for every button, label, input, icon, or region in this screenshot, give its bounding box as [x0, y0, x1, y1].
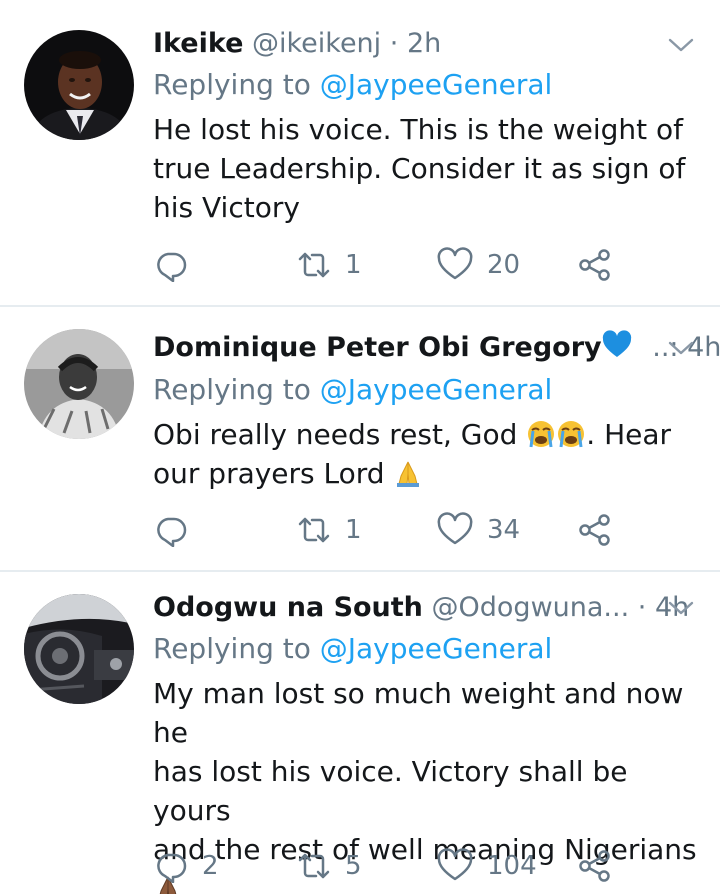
reply-count: 2 — [202, 851, 219, 881]
avatar[interactable] — [24, 30, 134, 140]
retweet-button[interactable]: 1 — [297, 245, 362, 285]
replying-to: Replying to @JaypeeGeneral — [153, 370, 552, 410]
tweet-text-segment: Obi really needs rest, God — [153, 418, 527, 451]
tweet-header: Dominique Peter Obi Gregory ..: 4h — [153, 328, 720, 368]
tweet-text-line: My man lost so much weight and now he — [153, 677, 684, 749]
reply-icon — [157, 252, 187, 282]
reply-icon — [157, 853, 187, 883]
heart-icon — [437, 512, 473, 545]
like-count: 104 — [487, 851, 537, 881]
like-button[interactable]: 20 — [437, 245, 520, 285]
retweet-button[interactable]: 1 — [297, 510, 362, 550]
tweet-text-segment: . Hear — [586, 418, 672, 451]
tweet-actions: 1 34 — [0, 510, 720, 550]
retweet-icon — [298, 853, 330, 879]
mention-link[interactable]: @JaypeeGeneral — [320, 68, 553, 101]
tweet-header: Ikeike @ikeikenj · 2h — [153, 24, 700, 64]
display-name[interactable]: Dominique Peter Obi Gregory — [153, 332, 602, 363]
replying-to-label: Replying to — [153, 68, 311, 101]
share-icon — [579, 850, 610, 882]
retweet-button[interactable]: 5 — [297, 846, 362, 886]
tweet-2[interactable]: Dominique Peter Obi Gregory ..: 4h Reply… — [0, 307, 720, 569]
retweet-count: 1 — [345, 250, 362, 280]
folded-hands-emoji — [397, 461, 420, 487]
like-count: 34 — [487, 515, 521, 545]
user-handle[interactable]: @ikeikenj — [252, 28, 381, 59]
replying-to: Replying to @JaypeeGeneral — [153, 629, 552, 669]
tweet-actions: 1 20 — [0, 245, 720, 285]
retweet-icon — [298, 517, 330, 543]
mention-link[interactable]: @JaypeeGeneral — [320, 632, 553, 665]
replying-to-label: Replying to — [153, 632, 311, 665]
display-name[interactable]: Odogwu na South — [153, 592, 423, 623]
blue-heart-emoji — [602, 330, 631, 357]
tweet-text-line: true Leadership. Consider it as sign of — [153, 152, 686, 185]
user-handle[interactable]: @Odogwuna... — [432, 592, 630, 623]
tweet-text-line: Obi really needs rest, God . Hear — [153, 415, 703, 454]
loudly-crying-face-emoji — [528, 421, 555, 448]
replying-to-label: Replying to — [153, 373, 311, 406]
timestamp[interactable]: 2h — [407, 28, 441, 59]
tweet-text-line: our prayers Lord — [153, 454, 703, 493]
share-button[interactable] — [578, 846, 612, 886]
chevron-down-icon[interactable] — [666, 597, 696, 619]
avatar[interactable] — [24, 594, 134, 704]
retweet-icon — [298, 252, 330, 278]
reply-button[interactable] — [154, 245, 202, 285]
tweet-1[interactable]: Ikeike @ikeikenj · 2h Replying to @Jaype… — [0, 0, 720, 304]
share-icon — [579, 249, 610, 281]
share-button[interactable] — [578, 245, 612, 285]
like-button[interactable]: 104 — [437, 846, 537, 886]
replying-to: Replying to @JaypeeGeneral — [153, 65, 552, 105]
tweet-actions: 2 5 104 — [0, 846, 720, 886]
display-name[interactable]: Ikeike — [153, 28, 243, 59]
loudly-crying-face-emoji — [558, 421, 585, 448]
separator: · — [637, 592, 647, 623]
retweet-count: 5 — [345, 851, 362, 881]
heart-icon — [437, 848, 473, 881]
tweet-text-segment: our prayers Lord — [153, 457, 394, 490]
share-icon — [579, 514, 610, 546]
tweet-text-line: his Victory — [153, 191, 300, 224]
chevron-down-icon[interactable] — [666, 34, 696, 56]
tweet-text-line: has lost his voice. Victory shall be you… — [153, 755, 628, 827]
tweet-header: Odogwu na South @Odogwuna... · 4h — [153, 588, 700, 628]
tweet-text: Obi really needs rest, God . Hear our pr… — [153, 415, 703, 493]
retweet-count: 1 — [345, 515, 362, 545]
mention-link[interactable]: @JaypeeGeneral — [320, 373, 553, 406]
separator: · — [389, 28, 399, 59]
reply-button[interactable] — [154, 510, 202, 550]
reply-icon — [157, 517, 187, 547]
tweet-text: He lost his voice. This is the weight of… — [153, 110, 703, 227]
tweet-text-line: He lost his voice. This is the weight of — [153, 113, 684, 146]
tweet-3[interactable]: Odogwu na South @Odogwuna... · 4h Replyi… — [0, 572, 720, 894]
share-button[interactable] — [578, 510, 612, 550]
heart-icon — [437, 247, 473, 280]
reply-button[interactable]: 2 — [154, 846, 219, 886]
avatar[interactable] — [24, 329, 134, 439]
like-count: 20 — [487, 250, 521, 280]
like-button[interactable]: 34 — [437, 510, 520, 550]
chevron-down-icon[interactable] — [666, 337, 696, 359]
